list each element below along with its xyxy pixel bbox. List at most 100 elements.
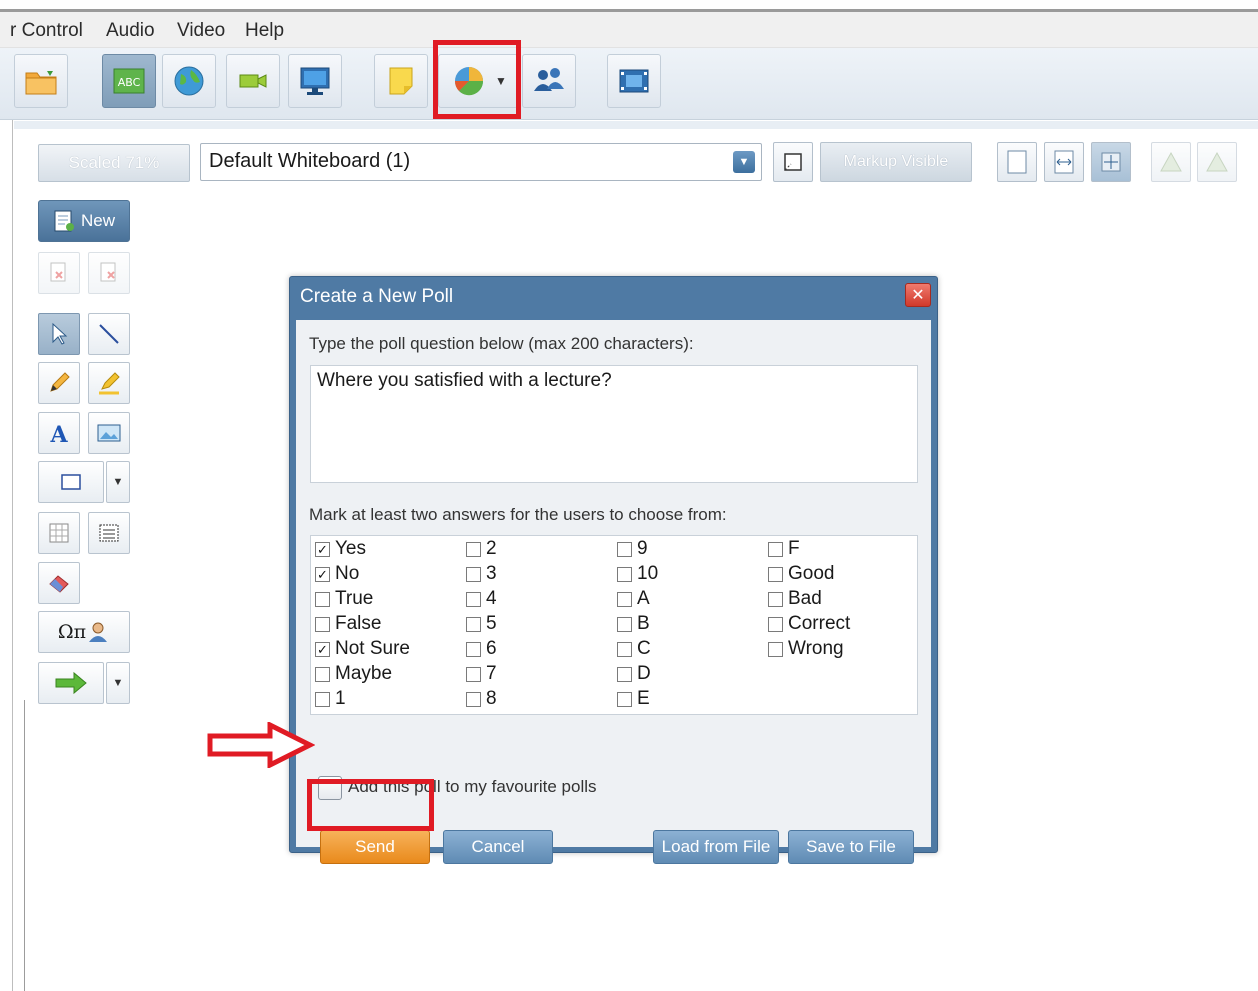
answer-option[interactable]: ✓ Yes [315,538,366,560]
web-browser-button[interactable] [162,54,216,108]
redo-button[interactable] [1197,142,1237,182]
answer-checkbox[interactable] [617,666,632,682]
notes-button[interactable] [374,54,428,108]
chevron-down-icon[interactable]: ▼ [733,151,755,173]
answer-option[interactable]: Correct [768,613,850,635]
folder-button[interactable] [14,54,68,108]
answer-option[interactable]: B [617,613,650,635]
menu-item-control[interactable]: r Control [10,20,83,42]
eraser-tool[interactable] [38,562,80,604]
answer-checkbox[interactable] [617,591,632,607]
close-icon[interactable]: ✕ [905,283,931,307]
answer-checkbox[interactable] [768,641,783,657]
answer-checkbox[interactable] [466,616,481,632]
markup-visible-button[interactable]: Markup Visible [820,142,972,182]
shape-tool[interactable] [38,461,104,503]
answer-checkbox[interactable] [617,691,632,707]
answer-option[interactable]: C [617,638,651,660]
answer-option[interactable]: D [617,663,651,685]
answer-checkbox[interactable]: ✓ [315,566,330,582]
answer-checkbox[interactable] [617,641,632,657]
whiteboard-select[interactable]: Default Whiteboard (1) ▼ [200,143,762,181]
video-button[interactable] [226,54,280,108]
select-tool[interactable] [38,313,80,355]
undo-button[interactable] [1151,142,1191,182]
delete-page-button[interactable] [38,252,80,294]
answer-option[interactable]: Wrong [768,638,844,660]
answer-checkbox[interactable]: ✓ [315,641,330,657]
grid-icon [49,523,69,543]
answer-checkbox[interactable] [315,616,330,632]
next-page-button[interactable] [38,662,104,704]
answer-checkbox[interactable] [466,666,481,682]
answer-option[interactable]: E [617,688,650,710]
answer-checkbox[interactable]: ✓ [315,541,330,557]
triangle-up-icon [1160,151,1182,172]
answer-checkbox[interactable] [315,691,330,707]
cancel-button[interactable]: Cancel [443,830,553,864]
next-page-dropdown[interactable]: ▼ [106,662,130,704]
answer-checkbox[interactable] [617,616,632,632]
answer-option[interactable]: Good [768,563,834,585]
answer-option[interactable]: False [315,613,381,635]
whiteboard-options-button[interactable] [773,142,813,182]
whiteboard-button[interactable]: ABC [102,54,156,108]
desktop-share-button[interactable] [288,54,342,108]
highlighter-tool[interactable] [88,362,130,404]
answer-option[interactable]: Bad [768,588,822,610]
fit-width-button[interactable] [1044,142,1084,182]
fit-all-button[interactable] [1091,142,1131,182]
image-tool[interactable] [88,412,130,454]
answer-option[interactable]: F [768,538,800,560]
menu-item-audio[interactable]: Audio [106,20,155,42]
line-tool[interactable] [88,313,130,355]
question-textarea[interactable]: Where you satisfied with a lecture? [310,365,918,483]
answer-checkbox[interactable] [466,566,481,582]
answer-option[interactable]: 6 [466,638,497,660]
answer-option[interactable]: ✓ Not Sure [315,638,410,660]
answer-option[interactable]: Maybe [315,663,392,685]
answer-option[interactable]: 7 [466,663,497,685]
fullscreen-button[interactable] [607,54,661,108]
table-tool[interactable] [88,512,130,554]
answer-checkbox[interactable] [466,591,481,607]
answer-checkbox[interactable] [768,541,783,557]
grid-tool[interactable] [38,512,80,554]
svg-text:ABC: ABC [118,76,141,89]
menu-item-video[interactable]: Video [177,20,225,42]
answer-option[interactable]: 2 [466,538,497,560]
answer-option[interactable]: True [315,588,373,610]
clear-page-button[interactable] [88,252,130,294]
answer-checkbox[interactable] [466,691,481,707]
load-from-file-button[interactable]: Load from File [653,830,779,864]
answer-checkbox[interactable] [768,591,783,607]
answer-option[interactable]: 5 [466,613,497,635]
answer-checkbox[interactable] [315,591,330,607]
answer-checkbox[interactable] [768,616,783,632]
whiteboard-bar-strip [14,121,1258,129]
menu-item-help[interactable]: Help [245,20,284,42]
shape-dropdown[interactable]: ▼ [106,461,130,503]
answer-checkbox[interactable] [466,541,481,557]
answer-option[interactable]: 8 [466,688,497,710]
answer-option[interactable]: 9 [617,538,648,560]
fit-page-button[interactable] [997,142,1037,182]
save-to-file-button[interactable]: Save to File [788,830,914,864]
symbols-tool[interactable]: Ωπ [38,611,130,653]
answer-checkbox[interactable] [617,541,632,557]
send-button[interactable]: Send [320,830,430,864]
participants-button[interactable] [522,54,576,108]
answer-option[interactable]: 3 [466,563,497,585]
answer-option[interactable]: A [617,588,650,610]
answer-checkbox[interactable] [768,566,783,582]
answer-option[interactable]: ✓ No [315,563,359,585]
answer-option[interactable]: 1 [315,688,346,710]
answer-option[interactable]: 10 [617,563,658,585]
pencil-tool[interactable] [38,362,80,404]
answer-option[interactable]: 4 [466,588,497,610]
text-tool[interactable]: A [38,412,80,454]
answer-checkbox[interactable] [315,666,330,682]
new-whiteboard-button[interactable]: New [38,200,130,242]
answer-checkbox[interactable] [617,566,632,582]
answer-checkbox[interactable] [466,641,481,657]
